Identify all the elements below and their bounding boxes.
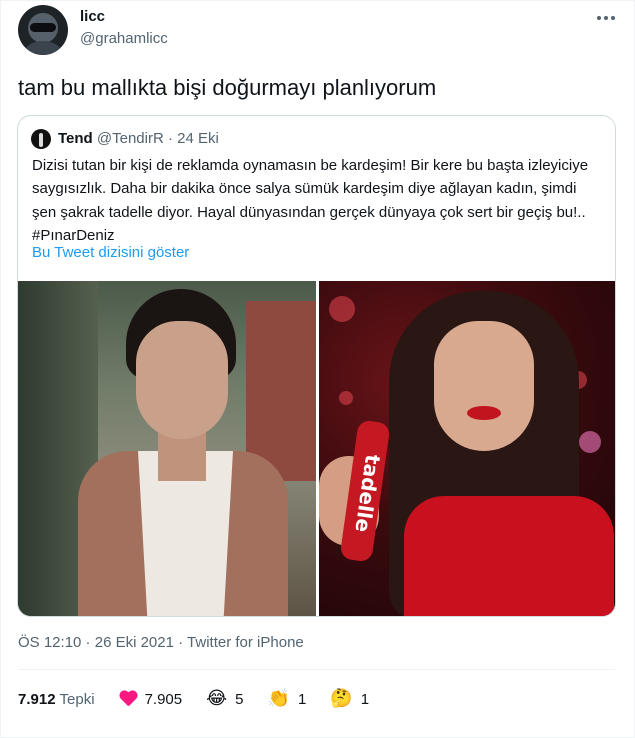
like-reaction[interactable]: 7.905 bbox=[119, 691, 183, 708]
tweet-text: tam bu mallıkta bişi doğurmayı planlıyor… bbox=[18, 75, 437, 100]
quoted-date: 24 Eki bbox=[177, 130, 219, 147]
tweet-time: ÖS 12:10 bbox=[18, 634, 82, 651]
quoted-separator: · bbox=[163, 130, 178, 147]
media-image-right[interactable]: tadelle bbox=[319, 281, 615, 616]
clap-reaction[interactable]: 👏 1 bbox=[268, 689, 307, 709]
laugh-count: 5 bbox=[235, 690, 244, 708]
clap-icon: 👏 bbox=[267, 688, 290, 709]
think-reaction[interactable]: 🤔 1 bbox=[330, 689, 369, 709]
avatar-visor bbox=[30, 23, 56, 32]
heart-icon bbox=[119, 691, 137, 707]
avatar[interactable] bbox=[18, 5, 68, 55]
reactions-label: Tepki bbox=[59, 690, 95, 708]
tweet-timestamp[interactable]: ÖS 12:10 · 26 Eki 2021 · Twitter for iPh… bbox=[18, 634, 304, 651]
avatar-body bbox=[20, 41, 66, 55]
media-image-left[interactable] bbox=[18, 281, 316, 616]
like-count: 7.905 bbox=[144, 690, 183, 708]
quoted-handle: @TendirR bbox=[96, 130, 164, 147]
divider bbox=[18, 669, 615, 670]
quoted-avatar bbox=[31, 129, 51, 149]
quoted-text: Dizisi tutan bir kişi de reklamda oynama… bbox=[32, 157, 589, 244]
quoted-name: Tend bbox=[58, 130, 93, 147]
product-label: tadelle bbox=[350, 452, 386, 534]
think-icon: 🤔 bbox=[330, 688, 353, 709]
reactions-bar: 7.912 Tepki 7.905 😂 5 👏 1 🤔 1 bbox=[18, 689, 369, 709]
quoted-header: Tend @TendirR · 24 Eki bbox=[58, 129, 219, 149]
think-count: 1 bbox=[360, 690, 370, 708]
timestamp-separator: · bbox=[173, 634, 188, 651]
tweet-source[interactable]: Twitter for iPhone bbox=[187, 634, 304, 651]
author-name[interactable]: licc bbox=[80, 8, 105, 25]
show-thread-link[interactable]: Bu Tweet dizisini göster bbox=[32, 244, 189, 261]
more-options-icon[interactable] bbox=[595, 10, 617, 26]
laugh-icon: 😂 bbox=[206, 688, 228, 709]
reactions-count[interactable]: 7.912 bbox=[18, 691, 56, 708]
timestamp-separator: · bbox=[81, 634, 95, 651]
author-handle[interactable]: @grahamlicc bbox=[80, 30, 168, 47]
laugh-reaction[interactable]: 😂 5 bbox=[206, 689, 243, 709]
clap-count: 1 bbox=[297, 690, 307, 708]
quoted-tweet[interactable]: Tend @TendirR · 24 Eki Dizisi tutan bir … bbox=[17, 115, 616, 617]
tweet-date: 26 Eki 2021 bbox=[94, 634, 174, 651]
